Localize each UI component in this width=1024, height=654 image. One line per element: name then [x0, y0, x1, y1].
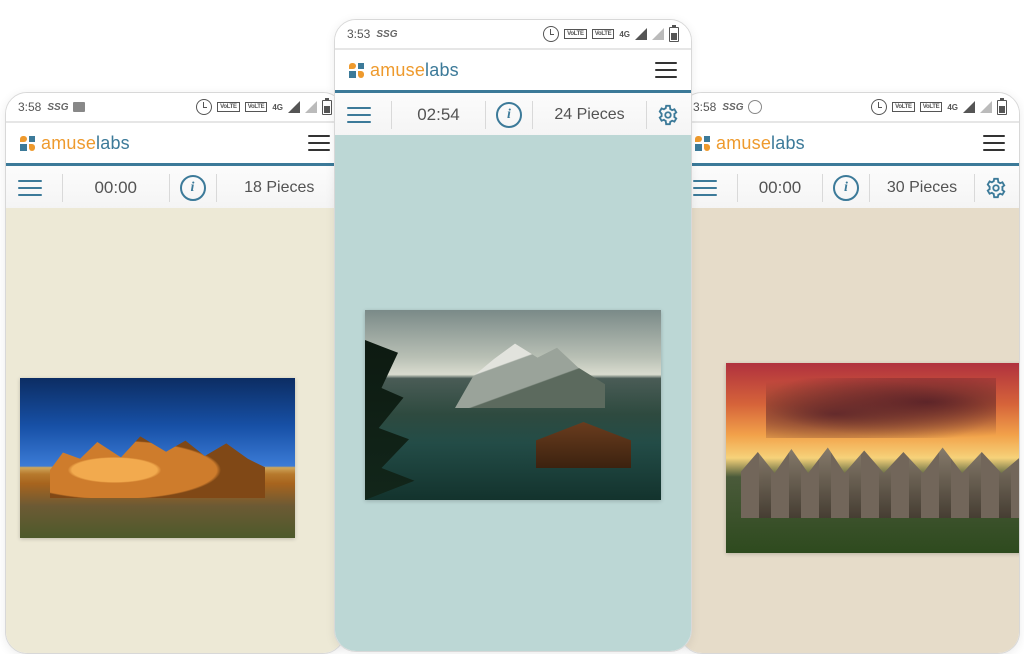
phone-mock-center: 3:53 SSG VoLTE VoLTE 4G amuselabs 02:54 … — [334, 19, 692, 652]
network-4g-icon: 4G — [272, 103, 283, 112]
logo-text: amuselabs — [716, 133, 805, 154]
logo-text: amuselabs — [370, 60, 459, 81]
brand-bar: amuselabs — [681, 123, 1019, 166]
status-bar: 3:53 SSG VoLTE VoLTE 4G — [335, 20, 691, 50]
signal-icon — [963, 101, 975, 113]
status-bar: 3:58 SSG VoLTE VoLTE 4G — [6, 93, 344, 123]
carrier-label: SSG — [722, 102, 743, 113]
phone-mock-left: 3:58 SSG VoLTE VoLTE 4G amuselabs 00:00 … — [5, 92, 345, 654]
brand-bar: amuselabs — [335, 50, 691, 93]
timer-label: 02:54 — [411, 105, 466, 125]
alarm-icon — [196, 99, 212, 115]
puzzle-menu-button[interactable] — [18, 180, 42, 196]
picture-icon — [73, 102, 85, 112]
info-button[interactable]: i — [833, 175, 859, 201]
carrier-label: SSG — [47, 102, 68, 113]
network-4g-icon: 4G — [947, 103, 958, 112]
pieces-label: 18 Pieces — [242, 179, 317, 197]
puzzle-canvas[interactable] — [335, 135, 691, 651]
network-4g-icon: 4G — [619, 30, 630, 39]
hamburger-menu-button[interactable] — [983, 135, 1005, 151]
battery-icon — [669, 27, 679, 42]
alarm-icon — [871, 99, 887, 115]
emoji-icon — [748, 100, 762, 114]
lte-icon: VoLTE — [217, 102, 240, 112]
game-toolbar: 00:00 i 30 Pieces — [681, 166, 1019, 211]
phone-mock-right: 3:58 SSG VoLTE VoLTE 4G amuselabs 00:00 … — [680, 92, 1020, 654]
pieces-label: 24 Pieces — [552, 106, 627, 124]
signal-icon — [980, 101, 992, 113]
brand-bar: amuselabs — [6, 123, 344, 166]
signal-icon — [288, 101, 300, 113]
status-time: 3:58 — [18, 100, 41, 114]
hamburger-menu-button[interactable] — [308, 135, 330, 151]
status-time: 3:53 — [347, 27, 370, 41]
settings-button[interactable] — [657, 104, 679, 126]
timer-label: 00:00 — [753, 178, 808, 198]
puzzle-menu-button[interactable] — [347, 107, 371, 123]
logo-icon — [349, 63, 364, 78]
signal-icon — [635, 28, 647, 40]
game-toolbar: 00:00 i 18 Pieces — [6, 166, 344, 211]
info-button[interactable]: i — [180, 175, 206, 201]
lte-icon: VoLTE — [592, 29, 615, 39]
hamburger-menu-button[interactable] — [655, 62, 677, 78]
puzzle-preview-image[interactable] — [20, 378, 295, 538]
logo-text: amuselabs — [41, 133, 130, 154]
battery-icon — [997, 100, 1007, 115]
carrier-label: SSG — [376, 29, 397, 40]
logo-icon — [695, 136, 710, 151]
puzzle-preview-image[interactable] — [365, 310, 661, 500]
game-toolbar: 02:54 i 24 Pieces — [335, 93, 691, 138]
signal-icon — [652, 28, 664, 40]
logo-icon — [20, 136, 35, 151]
signal-icon — [305, 101, 317, 113]
timer-label: 00:00 — [88, 178, 143, 198]
lte-icon: VoLTE — [892, 102, 915, 112]
alarm-icon — [543, 26, 559, 42]
lte-icon: VoLTE — [245, 102, 268, 112]
pieces-label: 30 Pieces — [885, 179, 960, 197]
status-bar: 3:58 SSG VoLTE VoLTE 4G — [681, 93, 1019, 123]
battery-icon — [322, 100, 332, 115]
puzzle-canvas[interactable] — [681, 208, 1019, 653]
lte-icon: VoLTE — [920, 102, 943, 112]
info-button[interactable]: i — [496, 102, 522, 128]
lte-icon: VoLTE — [564, 29, 587, 39]
puzzle-menu-button[interactable] — [693, 180, 717, 196]
puzzle-canvas[interactable] — [6, 208, 344, 653]
settings-button[interactable] — [985, 177, 1007, 199]
status-time: 3:58 — [693, 100, 716, 114]
puzzle-preview-image[interactable] — [726, 363, 1020, 553]
